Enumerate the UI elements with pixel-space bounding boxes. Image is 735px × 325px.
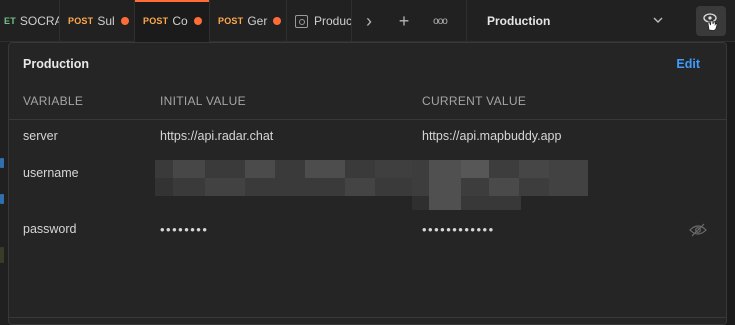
redacted-current-value: [412, 160, 588, 210]
variable-name: password: [23, 222, 77, 236]
environment-selector[interactable]: Production: [466, 0, 676, 42]
background-mark: [0, 194, 4, 204]
column-header-variable: VARIABLE: [23, 94, 84, 108]
eye-hand-icon: [703, 13, 718, 31]
tab-name: Co: [172, 14, 188, 28]
eye-slash-icon[interactable]: [689, 223, 707, 237]
background-mark: [0, 247, 4, 263]
tab-options-button[interactable]: ooo: [422, 0, 458, 42]
initial-value: https://api.radar.chat: [160, 129, 274, 143]
panel-title: Production: [23, 57, 89, 71]
unsaved-dot: [193, 17, 202, 25]
variable-name: server: [23, 129, 58, 143]
environment-tab[interactable]: Produc: [287, 0, 352, 42]
environment-tab-label: Produc: [314, 14, 352, 28]
variable-name: username: [23, 166, 79, 180]
postman-window: ET SOCRA POST Sul POST Co POST Ger Produ…: [0, 0, 735, 325]
tab-method: POST: [68, 16, 94, 26]
ellipsis-icon: ooo: [433, 15, 448, 27]
chevron-right-icon: ›: [366, 10, 372, 31]
tab-name: SOCRA: [19, 14, 60, 28]
request-tab-active[interactable]: POST Co: [135, 0, 210, 42]
current-value: https://api.mapbuddy.app: [422, 129, 562, 143]
tab-name: Sul: [97, 14, 115, 28]
new-tab-button[interactable]: +: [386, 0, 422, 42]
plus-icon: +: [398, 10, 410, 31]
more-tabs-button[interactable]: ›: [352, 0, 386, 42]
background-sidebar-edge: [0, 42, 8, 325]
environment-selected: Production: [487, 14, 551, 28]
column-header-initial-value: INITIAL VALUE: [160, 94, 246, 108]
redacted-initial-value: [155, 160, 413, 196]
unsaved-dot: [273, 17, 282, 25]
tab-method: POST: [143, 16, 169, 26]
initial-value-masked: ••••••••: [160, 222, 209, 237]
request-tab[interactable]: POST Sul: [60, 0, 135, 42]
tab-method: POST: [218, 16, 244, 26]
environment-quick-look-button[interactable]: [696, 6, 726, 36]
tab-name: Ger: [247, 14, 268, 28]
environment-icon: [295, 14, 308, 28]
background-mark: [0, 158, 4, 168]
current-value-masked: ••••••••••••: [422, 222, 495, 237]
environment-quick-look-panel: Production Edit VARIABLE INITIAL VALUE C…: [8, 42, 727, 325]
tab-method: ET: [4, 16, 16, 26]
column-header-current-value: CURRENT VALUE: [422, 94, 527, 108]
request-tab[interactable]: POST Ger: [210, 0, 287, 42]
request-tab[interactable]: ET SOCRA: [0, 0, 60, 42]
edit-link[interactable]: Edit: [676, 57, 700, 71]
unsaved-dot: [120, 17, 129, 25]
panel-footer-divider: [9, 317, 726, 318]
chevron-down-icon: [652, 14, 664, 29]
header-divider: [9, 119, 726, 120]
tab-bar: ET SOCRA POST Sul POST Co POST Ger Produ…: [0, 0, 735, 42]
